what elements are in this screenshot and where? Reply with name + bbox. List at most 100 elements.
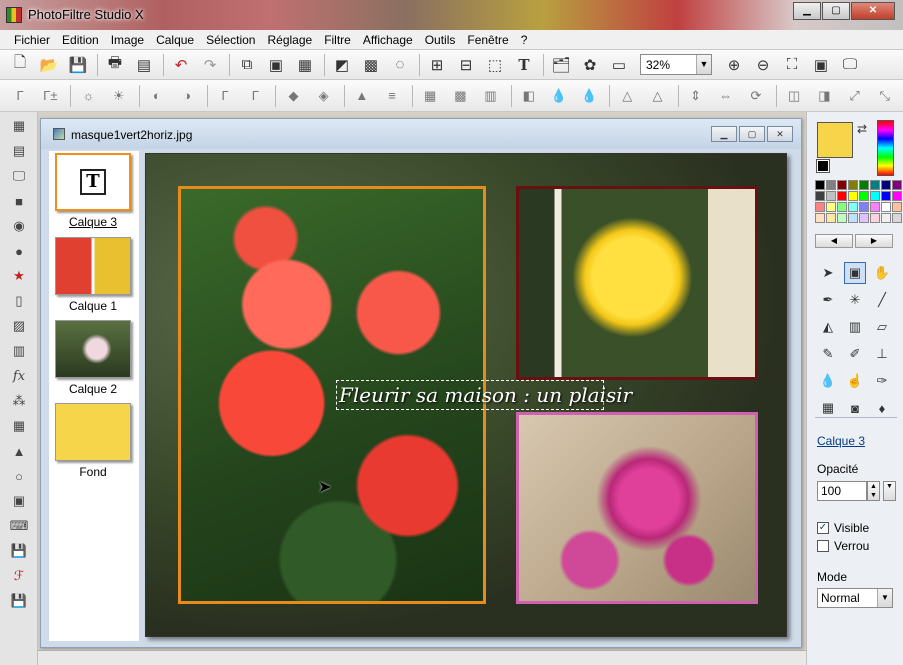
palette-swatch[interactable] bbox=[870, 180, 880, 190]
palette-swatch[interactable] bbox=[826, 180, 836, 190]
open-folder-icon[interactable]: 📂 bbox=[37, 53, 61, 77]
palette-next-button[interactable]: ▶ bbox=[855, 234, 893, 248]
foreground-color-swatch[interactable] bbox=[817, 122, 853, 158]
canvas-size-icon[interactable]: ⊟ bbox=[454, 53, 478, 77]
stamp-icon[interactable]: ⊥ bbox=[871, 343, 893, 365]
palette-swatch[interactable] bbox=[837, 213, 847, 223]
gamma-minus-icon[interactable]: Γ bbox=[213, 84, 237, 108]
save-2000-icon[interactable]: 💾 bbox=[8, 540, 30, 562]
palette-swatch[interactable] bbox=[815, 213, 825, 223]
script-icon[interactable]: ℱ bbox=[8, 565, 30, 587]
saturation-plus-icon[interactable]: ◈ bbox=[312, 84, 336, 108]
auto-level-icon[interactable]: Γ bbox=[8, 84, 32, 108]
clone-brush-icon[interactable]: ✑ bbox=[871, 370, 893, 392]
flip-horizontal-icon[interactable]: ⇔ bbox=[714, 84, 738, 108]
copy-icon[interactable]: ⧉ bbox=[235, 53, 259, 77]
mirror-icon[interactable]: ◫ bbox=[782, 84, 806, 108]
palette-swatch[interactable] bbox=[859, 191, 869, 201]
canvas-text-layer[interactable]: Fleurir sa maison : un plaisir bbox=[336, 380, 632, 410]
layer-calque-3[interactable]: T Calque 3 bbox=[53, 153, 133, 229]
palette-swatch[interactable] bbox=[837, 191, 847, 201]
palette-swatch[interactable] bbox=[837, 180, 847, 190]
book-icon[interactable]: ▣ bbox=[8, 490, 30, 512]
levels-icon[interactable]: ≡ bbox=[380, 84, 404, 108]
transparency-icon[interactable]: ◌ bbox=[388, 53, 412, 77]
palette-swatch[interactable] bbox=[881, 213, 891, 223]
menu-selection[interactable]: Sélection bbox=[200, 33, 261, 47]
advanced-brush-icon[interactable]: ✐ bbox=[844, 343, 866, 365]
swap-colors-icon[interactable]: ⇄ bbox=[857, 122, 867, 136]
maximize-button[interactable]: ▢ bbox=[822, 2, 850, 20]
eraser-icon[interactable]: ▱ bbox=[871, 316, 893, 338]
palette-swatch[interactable] bbox=[892, 180, 902, 190]
doc-minimize-button[interactable]: ▁ bbox=[711, 126, 737, 142]
lock-checkbox[interactable]: Verrou bbox=[817, 539, 897, 553]
minimize-button[interactable]: ▁ bbox=[793, 2, 821, 20]
menu-calque[interactable]: Calque bbox=[150, 33, 200, 47]
palette-swatch[interactable] bbox=[859, 213, 869, 223]
color-count-icon[interactable]: ▩ bbox=[359, 53, 383, 77]
palette-swatch[interactable] bbox=[892, 202, 902, 212]
fill-bucket-icon[interactable]: ◭ bbox=[817, 316, 839, 338]
visible-checkbox[interactable]: ✓ Visible bbox=[817, 521, 897, 535]
menu-image[interactable]: Image bbox=[105, 33, 150, 47]
film-icon[interactable]: ▤ bbox=[8, 140, 30, 162]
palette-swatch[interactable] bbox=[815, 202, 825, 212]
doc-maximize-button[interactable]: ▢ bbox=[739, 126, 765, 142]
chart-icon[interactable]: ▲ bbox=[8, 440, 30, 462]
transform-icon[interactable]: ⤢ bbox=[842, 84, 866, 108]
sphere-icon[interactable]: ● bbox=[8, 240, 30, 262]
redo-icon[interactable]: ↷ bbox=[198, 53, 222, 77]
color-spectrum[interactable] bbox=[877, 120, 894, 176]
close-button[interactable]: ✕ bbox=[851, 2, 895, 20]
shape-icon[interactable]: ♦ bbox=[871, 397, 893, 419]
undo-icon[interactable]: ↶ bbox=[169, 53, 193, 77]
menu-help[interactable]: ? bbox=[515, 33, 534, 47]
layer-calque-2[interactable]: Calque 2 bbox=[53, 320, 133, 396]
calculator-icon[interactable]: ▦ bbox=[8, 115, 30, 137]
flip-vertical-icon[interactable]: ⇕ bbox=[684, 84, 708, 108]
palette-swatch[interactable] bbox=[815, 191, 825, 201]
actual-size-icon[interactable]: ▣ bbox=[809, 53, 833, 77]
palette-swatch[interactable] bbox=[848, 213, 858, 223]
blur-drop-icon[interactable]: 💧 bbox=[817, 370, 839, 392]
palette-swatch[interactable] bbox=[848, 191, 858, 201]
blend-mode-select[interactable]: Normal ▼ bbox=[817, 588, 893, 608]
layer-fond[interactable]: Fond bbox=[53, 403, 133, 479]
hand-icon[interactable]: ✋ bbox=[871, 262, 893, 284]
chevron-down-icon[interactable]: ▼ bbox=[696, 55, 711, 74]
function-icon[interactable]: fx bbox=[8, 365, 30, 387]
selection-tool-icon[interactable]: ▣ bbox=[844, 262, 866, 284]
zoom-out-icon[interactable]: ⊖ bbox=[751, 53, 775, 77]
menu-reglage[interactable]: Réglage bbox=[261, 33, 318, 47]
print-icon[interactable]: 🖶 bbox=[103, 53, 127, 77]
contrast-minus-icon[interactable]: ◐ bbox=[145, 84, 169, 108]
background-color-swatch[interactable] bbox=[816, 159, 830, 173]
triangle-icon[interactable]: △ bbox=[615, 84, 639, 108]
opacity-input[interactable]: 100 bbox=[817, 481, 867, 501]
palette-swatch[interactable] bbox=[826, 213, 836, 223]
paint-icon[interactable]: ◉ bbox=[8, 215, 30, 237]
chevron-down-icon[interactable]: ▼ bbox=[877, 589, 892, 607]
eyedropper-icon[interactable]: ✒ bbox=[817, 289, 839, 311]
palette-swatch[interactable] bbox=[848, 180, 858, 190]
menu-edition[interactable]: Edition bbox=[56, 33, 105, 47]
window-icon[interactable]: ▭ bbox=[607, 53, 631, 77]
scan-icon[interactable]: ▤ bbox=[132, 53, 156, 77]
monitor-icon[interactable]: 🖵 bbox=[8, 165, 30, 187]
rotate-icon[interactable]: ⟳ bbox=[744, 84, 768, 108]
brush-icon[interactable]: ✎ bbox=[817, 343, 839, 365]
grayscale-icon[interactable]: ◧ bbox=[517, 84, 541, 108]
plugins-icon[interactable]: ✿ bbox=[578, 53, 602, 77]
page-icon[interactable]: ▯ bbox=[8, 290, 30, 312]
explorer-icon[interactable]: 🗂 bbox=[549, 53, 573, 77]
clover-icon[interactable]: ⁂ bbox=[8, 390, 30, 412]
palette-swatch[interactable] bbox=[826, 191, 836, 201]
pattern-icon[interactable]: ▨ bbox=[8, 315, 30, 337]
layer-properties-link[interactable]: Calque 3 bbox=[817, 434, 865, 448]
pattern-tool-icon[interactable]: ▦ bbox=[817, 397, 839, 419]
menu-fichier[interactable]: Fichier bbox=[8, 33, 56, 47]
line-icon[interactable]: ╱ bbox=[871, 289, 893, 311]
spray-icon[interactable]: ▥ bbox=[844, 316, 866, 338]
palette-swatch[interactable] bbox=[848, 202, 858, 212]
